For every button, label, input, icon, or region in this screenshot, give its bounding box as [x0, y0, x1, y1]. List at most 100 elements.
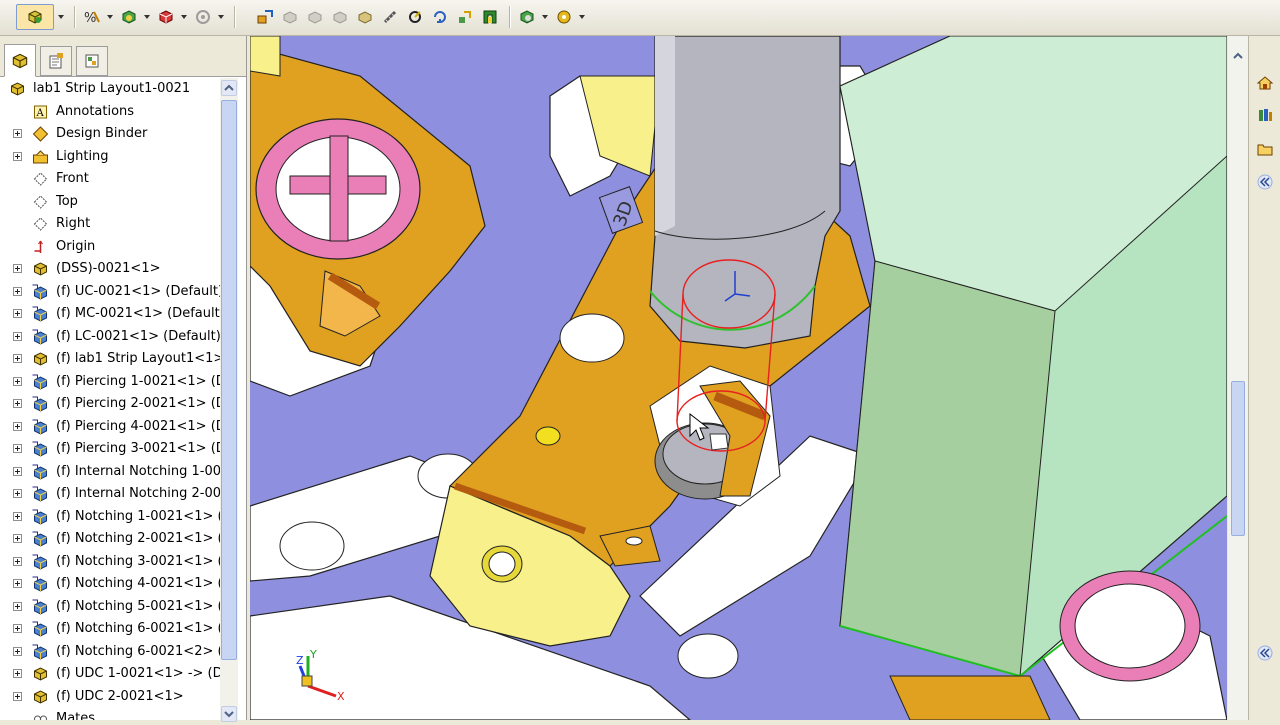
- tree-expand-icon[interactable]: [13, 691, 22, 701]
- main-toolbar: %: [0, 0, 1280, 36]
- tree-expand-icon[interactable]: [13, 579, 22, 588]
- tree-item[interactable]: (f) Internal Notching 1-002: [0, 461, 220, 483]
- tree-item[interactable]: (f) UDC 2-0021<1>: [0, 686, 220, 708]
- part-icon: [32, 509, 47, 525]
- tree-expand-icon[interactable]: [13, 646, 22, 656]
- tree-item[interactable]: (f) Piercing 1-0021<1> (De: [0, 371, 220, 393]
- tree-expand-icon[interactable]: [13, 466, 22, 476]
- screw-button[interactable]: [379, 6, 401, 28]
- tree-item[interactable]: (DSS)-0021<1>: [0, 258, 220, 280]
- tree-item[interactable]: Origin: [0, 236, 220, 258]
- strip-button[interactable]: [479, 6, 501, 28]
- spring-button[interactable]: [429, 6, 451, 28]
- scroll-up-button[interactable]: [1230, 48, 1246, 64]
- view-orientation-dropdown[interactable]: [57, 6, 65, 28]
- guide-button[interactable]: [454, 6, 476, 28]
- graphics-scrollbar[interactable]: [1228, 36, 1248, 720]
- tree-item[interactable]: (f) Piercing 2-0021<1> (De: [0, 393, 220, 415]
- tree-expand-icon[interactable]: [13, 399, 22, 408]
- tree-item[interactable]: (f) UDC 1-0021<1> -> (De: [0, 663, 220, 685]
- tree-expand-icon[interactable]: [13, 444, 22, 453]
- tree-expand-icon[interactable]: [13, 556, 22, 566]
- view-orientation-button[interactable]: [16, 4, 54, 30]
- task-pane-home-button[interactable]: [1254, 72, 1276, 94]
- scroll-up-button[interactable]: [221, 80, 237, 96]
- component-button[interactable]: [516, 6, 538, 28]
- tree-item[interactable]: (f) Notching 4-0021<1> (D: [0, 573, 220, 595]
- subassembly-icon: [34, 667, 47, 681]
- tree-item[interactable]: (f) Notching 5-0021<1> (D: [0, 596, 220, 618]
- apply-scene-button[interactable]: [192, 6, 214, 28]
- options-dropdown[interactable]: [578, 6, 586, 28]
- tree-item[interactable]: Mates: [0, 708, 220, 720]
- die-block-button[interactable]: [354, 6, 376, 28]
- tree-item[interactable]: (f) Notching 6-0021<1> (D: [0, 618, 220, 640]
- configuration-manager-tab[interactable]: [76, 46, 108, 76]
- plane-icon: [33, 217, 48, 231]
- tree-expand-icon[interactable]: [13, 534, 22, 543]
- tree-expand-icon[interactable]: [13, 601, 22, 611]
- scroll-thumb[interactable]: [1231, 381, 1245, 536]
- tree-scrollbar[interactable]: [220, 78, 238, 722]
- tree-expand-icon[interactable]: [13, 309, 22, 318]
- task-pane-file-explorer-button[interactable]: [1254, 138, 1276, 160]
- tree-expand-icon[interactable]: [13, 624, 22, 633]
- tree-expand-icon[interactable]: [13, 354, 22, 363]
- tree-item[interactable]: Front: [0, 168, 220, 190]
- tree-item[interactable]: (f) MC-0021<1> (Default): [0, 303, 220, 325]
- model-view[interactable]: 3D X Y Z: [250, 36, 1227, 720]
- part-icon: [32, 464, 47, 480]
- tree-item[interactable]: Lighting: [0, 146, 220, 168]
- tree-item[interactable]: (f) LC-0021<1> (Default): [0, 326, 220, 348]
- task-pane-design-library-button[interactable]: [1254, 104, 1276, 126]
- forming-tool-button[interactable]: [254, 6, 276, 28]
- punch-button[interactable]: [329, 6, 351, 28]
- tree-item[interactable]: (f) Notching 1-0021<1> (D: [0, 506, 220, 528]
- tree-expand-icon[interactable]: [13, 151, 22, 161]
- pierce-button[interactable]: [279, 6, 301, 28]
- notch-button[interactable]: [304, 6, 326, 28]
- tree-expand-icon[interactable]: [13, 669, 22, 678]
- tree-item[interactable]: (f) Notching 3-0021<1> (D: [0, 551, 220, 573]
- tree-expand-icon[interactable]: [13, 511, 22, 521]
- lighting-icon: [33, 149, 48, 163]
- property-manager-tab[interactable]: [40, 46, 72, 76]
- tree-expand-icon[interactable]: [13, 489, 22, 498]
- tree-item-label: (f) LC-0021<1> (Default): [56, 328, 220, 344]
- forming-tool-icon: [257, 10, 273, 24]
- tree-expand-icon[interactable]: [13, 376, 22, 386]
- tree-item[interactable]: (f) Piercing 4-0021<1> (De: [0, 416, 220, 438]
- component-dropdown[interactable]: [541, 6, 549, 28]
- apply-scene-dropdown[interactable]: [217, 6, 225, 28]
- task-pane-collapse-button[interactable]: [1254, 171, 1276, 193]
- tree-item[interactable]: (f) UC-0021<1> (Default): [0, 281, 220, 303]
- options-button[interactable]: [553, 6, 575, 28]
- tree-item[interactable]: lab1 Strip Layout1-0021: [0, 78, 220, 100]
- scroll-thumb[interactable]: [221, 100, 237, 660]
- tree-expand-icon[interactable]: [13, 286, 22, 296]
- tree-item[interactable]: Right: [0, 213, 220, 235]
- tree-item[interactable]: (f) Piercing 3-0021<1> (De: [0, 438, 220, 460]
- edit-appearance-button[interactable]: [155, 6, 177, 28]
- edit-appearance-dropdown[interactable]: [180, 6, 188, 28]
- graphics-area[interactable]: 3D X Y Z: [250, 36, 1227, 720]
- tree-item[interactable]: Top: [0, 191, 220, 213]
- task-pane-expand-button[interactable]: [1254, 642, 1276, 664]
- tree-item[interactable]: A Annotations: [0, 101, 220, 123]
- hide-show-dropdown[interactable]: [143, 6, 151, 28]
- tree-item[interactable]: Design Binder: [0, 123, 220, 145]
- tree-expand-icon[interactable]: [13, 264, 22, 273]
- tree-item[interactable]: (f) Notching 2-0021<1> (D: [0, 528, 220, 550]
- tree-item[interactable]: (f) lab1 Strip Layout1<1>: [0, 348, 220, 370]
- hide-show-button[interactable]: [118, 6, 140, 28]
- tree-expand-icon[interactable]: [13, 331, 22, 341]
- dowel-button[interactable]: [404, 6, 426, 28]
- tree-expand-icon[interactable]: [13, 129, 22, 138]
- display-style-button[interactable]: %: [81, 6, 103, 28]
- feature-manager-tab[interactable]: [4, 44, 36, 77]
- tree-item[interactable]: (f) Notching 6-0021<2> (D: [0, 641, 220, 663]
- tree-item[interactable]: (f) Internal Notching 2-002: [0, 483, 220, 505]
- display-style-dropdown[interactable]: [106, 6, 114, 28]
- apply-scene-icon: [196, 10, 210, 24]
- tree-expand-icon[interactable]: [13, 421, 22, 431]
